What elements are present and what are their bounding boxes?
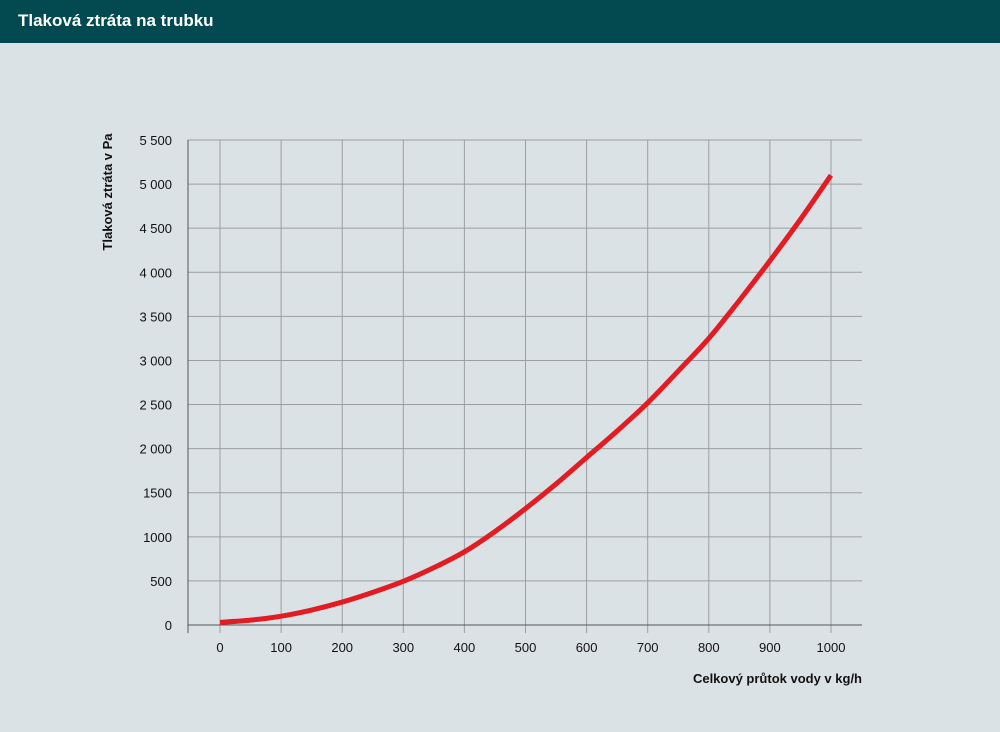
y-tick-label: 1500 bbox=[143, 486, 172, 501]
y-tick-label: 2 500 bbox=[139, 398, 172, 413]
y-tick-label: 1000 bbox=[143, 530, 172, 545]
y-tick-label: 3 500 bbox=[139, 309, 172, 324]
y-tick-label: 0 bbox=[165, 618, 172, 633]
x-tick-label: 800 bbox=[698, 640, 720, 655]
y-axis-title: Tlaková ztráta v Pa bbox=[100, 133, 115, 251]
x-tick-label: 700 bbox=[637, 640, 659, 655]
x-tick-label: 1000 bbox=[817, 640, 846, 655]
y-tick-label: 2 000 bbox=[139, 442, 172, 457]
x-tick-label: 400 bbox=[454, 640, 476, 655]
chart-tick-labels: 0500100015002 0002 5003 0003 5004 0004 5… bbox=[139, 133, 845, 655]
chart-grid bbox=[188, 139, 862, 633]
x-tick-label: 0 bbox=[216, 640, 223, 655]
y-tick-label: 3 000 bbox=[139, 353, 172, 368]
x-tick-label: 500 bbox=[515, 640, 537, 655]
pressure-loss-chart: 0500100015002 0002 5003 0003 5004 0004 5… bbox=[100, 133, 862, 686]
x-tick-label: 600 bbox=[576, 640, 598, 655]
x-tick-label: 300 bbox=[392, 640, 414, 655]
x-tick-label: 100 bbox=[270, 640, 292, 655]
y-tick-label: 4 000 bbox=[139, 265, 172, 280]
y-tick-label: 5 000 bbox=[139, 177, 172, 192]
x-tick-label: 900 bbox=[759, 640, 781, 655]
y-tick-label: 4 500 bbox=[139, 221, 172, 236]
x-axis-title: Celkový průtok vody v kg/h bbox=[693, 671, 862, 686]
x-tick-label: 200 bbox=[331, 640, 353, 655]
y-tick-label: 500 bbox=[150, 574, 172, 589]
y-tick-label: 5 500 bbox=[139, 133, 172, 148]
